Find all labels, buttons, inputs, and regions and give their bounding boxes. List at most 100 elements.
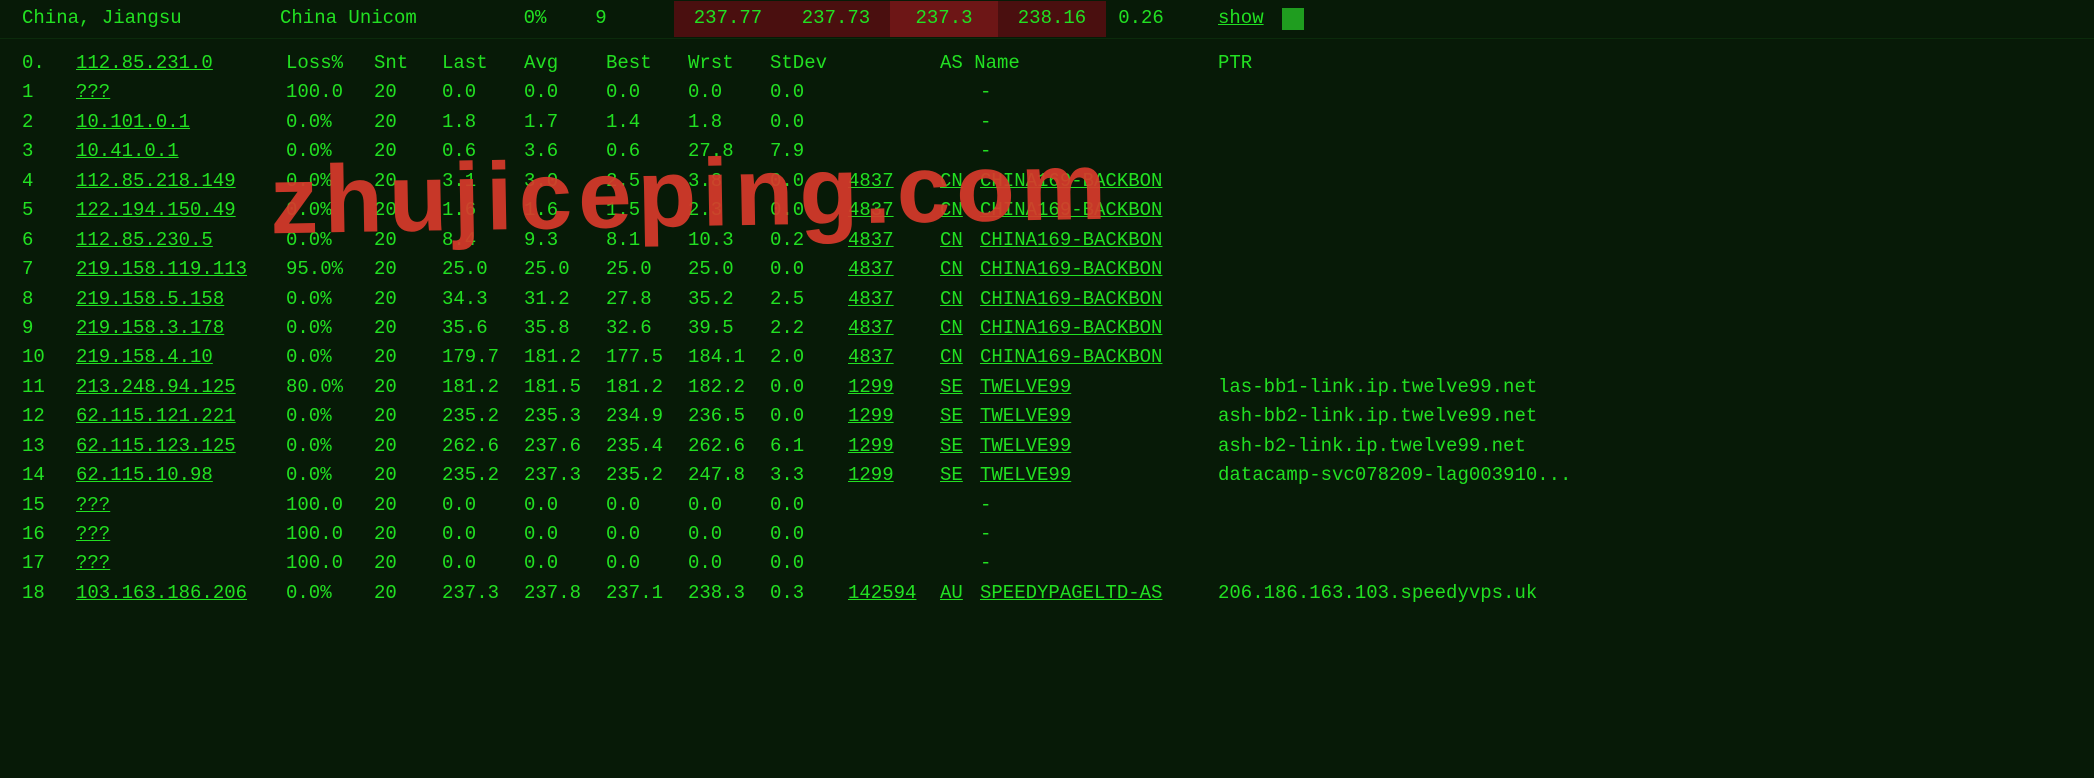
cell-cc: CN (940, 343, 980, 372)
header-best: Best (606, 49, 688, 78)
cell-ip[interactable]: ??? (76, 78, 286, 107)
cell-cc (940, 549, 980, 578)
header-ptr: PTR (1218, 49, 2072, 78)
cell-last: 179.7 (442, 343, 524, 372)
cell-ip[interactable]: 122.194.150.49 (76, 196, 286, 225)
cell-avg: 235.3 (524, 402, 606, 431)
cell-loss: 0.0% (286, 285, 374, 314)
cell-asname[interactable]: CHINA169-BACKBON (980, 167, 1218, 196)
cell-snt: 20 (374, 579, 442, 608)
cell-hop: 8 (22, 285, 76, 314)
cell-ip[interactable]: 103.163.186.206 (76, 579, 286, 608)
cell-avg: 3.0 (524, 167, 606, 196)
cell-best: 234.9 (606, 402, 688, 431)
cell-asname[interactable]: CHINA169-BACKBON (980, 255, 1218, 284)
cell-asn[interactable]: 1299 (848, 461, 940, 490)
cell-best: 27.8 (606, 285, 688, 314)
cell-loss: 95.0% (286, 255, 374, 284)
cell-loss: 0.0% (286, 226, 374, 255)
cell-asname[interactable]: CHINA169-BACKBON (980, 196, 1218, 225)
cell-asname[interactable]: TWELVE99 (980, 373, 1218, 402)
cell-loss: 0.0% (286, 579, 374, 608)
cell-avg: 237.6 (524, 432, 606, 461)
show-button[interactable]: show (1218, 4, 1264, 33)
cell-hop: 10 (22, 343, 76, 372)
cell-asn[interactable]: 4837 (848, 255, 940, 284)
cell-asn (848, 78, 940, 107)
cell-ptr (1218, 226, 2072, 255)
cell-asn[interactable]: 4837 (848, 196, 940, 225)
cell-asname: - (980, 549, 1218, 578)
cell-stdev: 0.0 (770, 167, 848, 196)
cell-snt: 20 (374, 343, 442, 372)
cell-wrst: 25.0 (688, 255, 770, 284)
table-row: 11213.248.94.12580.0%20181.2181.5181.218… (0, 373, 2094, 402)
cell-asname[interactable]: CHINA169-BACKBON (980, 226, 1218, 255)
cell-loss: 0.0% (286, 196, 374, 225)
cell-hop: 2 (22, 108, 76, 137)
cell-hop: 12 (22, 402, 76, 431)
cell-last: 1.6 (442, 196, 524, 225)
summary-isp: China Unicom (280, 4, 502, 33)
cell-best: 32.6 (606, 314, 688, 343)
cell-avg: 31.2 (524, 285, 606, 314)
cell-asn[interactable]: 142594 (848, 579, 940, 608)
cell-hop: 15 (22, 491, 76, 520)
header-asname: AS Name (940, 49, 1218, 78)
cell-snt: 20 (374, 520, 442, 549)
cell-ptr (1218, 255, 2072, 284)
cell-hop: 4 (22, 167, 76, 196)
cell-ip[interactable]: 219.158.4.10 (76, 343, 286, 372)
table-row: 1???100.0200.00.00.00.00.0- (0, 78, 2094, 107)
cell-best: 181.2 (606, 373, 688, 402)
cell-last: 0.0 (442, 520, 524, 549)
cell-asn[interactable]: 4837 (848, 226, 940, 255)
cell-asname[interactable]: TWELVE99 (980, 432, 1218, 461)
cell-asn[interactable]: 4837 (848, 285, 940, 314)
cell-asname[interactable]: SPEEDYPAGELTD-AS (980, 579, 1218, 608)
cell-avg: 237.8 (524, 579, 606, 608)
table-header: 0. 112.85.231.0 Loss% Snt Last Avg Best … (0, 49, 2094, 78)
table-row: 4112.85.218.1490.0%203.13.02.53.80.04837… (0, 167, 2094, 196)
cell-ip[interactable]: 62.115.10.98 (76, 461, 286, 490)
cell-last: 262.6 (442, 432, 524, 461)
cell-ip[interactable]: 219.158.119.113 (76, 255, 286, 284)
cell-ip[interactable]: ??? (76, 549, 286, 578)
cell-ip[interactable]: 62.115.121.221 (76, 402, 286, 431)
cell-asn[interactable]: 4837 (848, 343, 940, 372)
cell-stdev: 0.0 (770, 78, 848, 107)
summary-m1: 237.77 (674, 1, 782, 36)
cell-snt: 20 (374, 167, 442, 196)
header-ip[interactable]: 112.85.231.0 (76, 49, 286, 78)
cell-last: 235.2 (442, 402, 524, 431)
cell-asn[interactable]: 1299 (848, 373, 940, 402)
cell-ip[interactable]: 62.115.123.125 (76, 432, 286, 461)
cell-stdev: 0.3 (770, 579, 848, 608)
cell-ip[interactable]: 112.85.218.149 (76, 167, 286, 196)
cell-ip[interactable]: ??? (76, 520, 286, 549)
cell-asname[interactable]: TWELVE99 (980, 461, 1218, 490)
cell-asname[interactable]: CHINA169-BACKBON (980, 285, 1218, 314)
cell-asn[interactable]: 4837 (848, 314, 940, 343)
cell-avg: 25.0 (524, 255, 606, 284)
cell-asn[interactable]: 1299 (848, 432, 940, 461)
cell-asn[interactable]: 4837 (848, 167, 940, 196)
cell-ip[interactable]: 10.41.0.1 (76, 137, 286, 166)
cell-hop: 3 (22, 137, 76, 166)
header-hop: 0. (22, 49, 76, 78)
cell-asname[interactable]: TWELVE99 (980, 402, 1218, 431)
cell-asname[interactable]: CHINA169-BACKBON (980, 314, 1218, 343)
cell-ip[interactable]: 213.248.94.125 (76, 373, 286, 402)
cell-last: 34.3 (442, 285, 524, 314)
cell-asn[interactable]: 1299 (848, 402, 940, 431)
cell-ip[interactable]: 10.101.0.1 (76, 108, 286, 137)
cell-asname: - (980, 520, 1218, 549)
cell-avg: 0.0 (524, 78, 606, 107)
cell-asname[interactable]: CHINA169-BACKBON (980, 343, 1218, 372)
cell-ip[interactable]: 112.85.230.5 (76, 226, 286, 255)
cell-ip[interactable]: ??? (76, 491, 286, 520)
cell-stdev: 0.0 (770, 255, 848, 284)
cell-snt: 20 (374, 137, 442, 166)
cell-ip[interactable]: 219.158.5.158 (76, 285, 286, 314)
cell-ip[interactable]: 219.158.3.178 (76, 314, 286, 343)
